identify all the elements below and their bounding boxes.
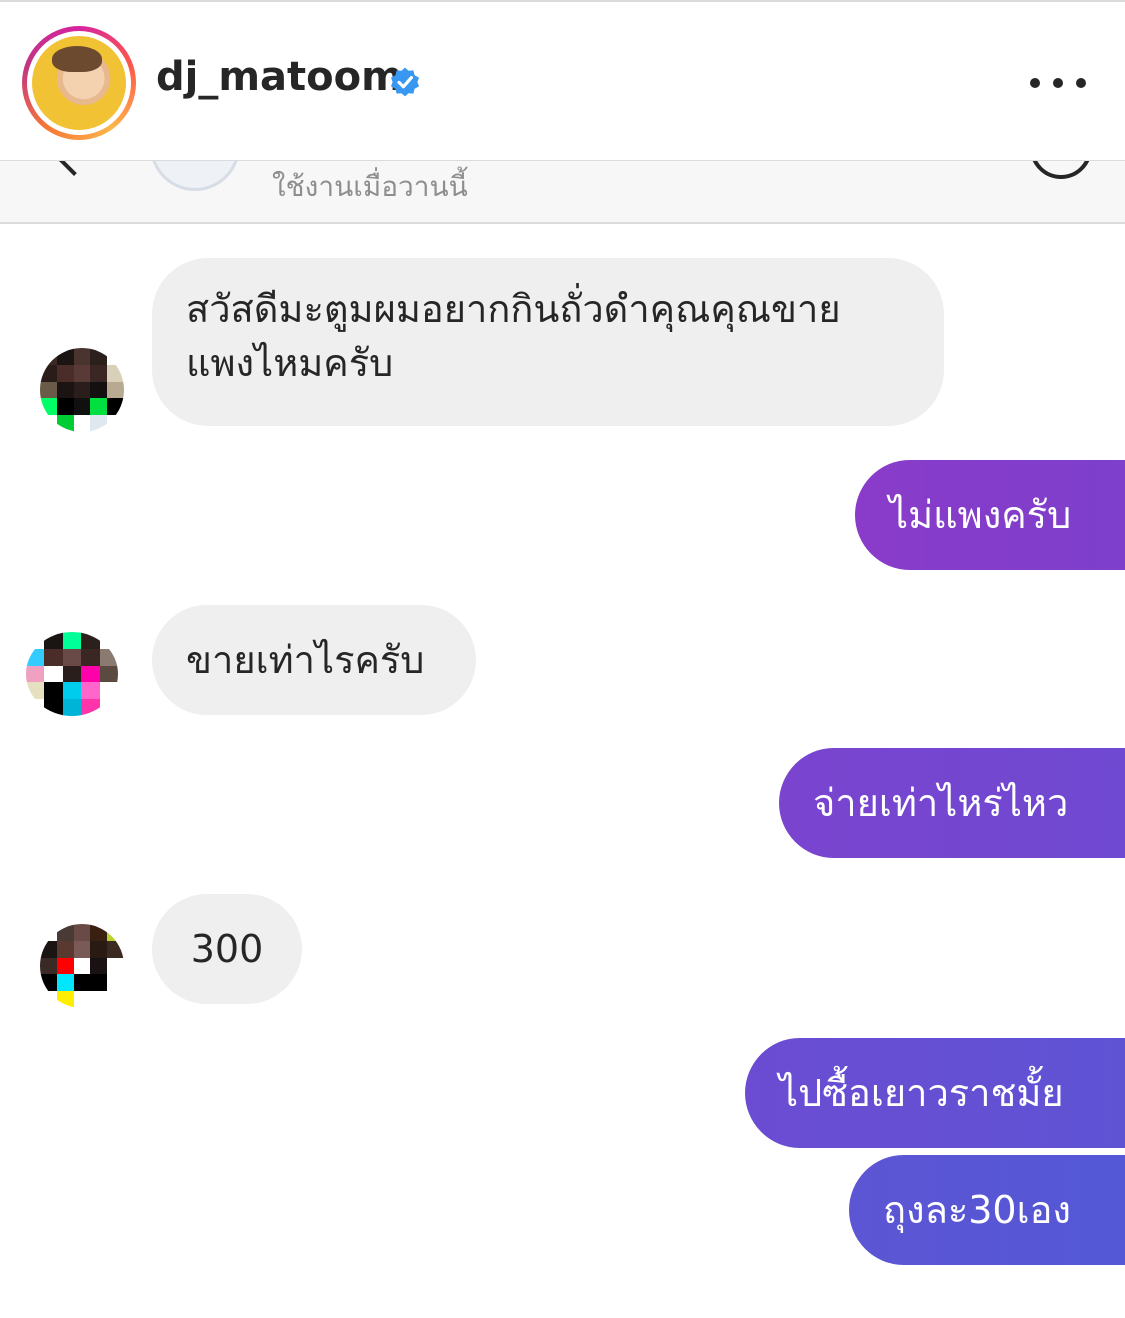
message-text: จ่ายเท่าไหร่ไหว bbox=[813, 781, 1069, 825]
message-text: ขายเท่าไรครับ bbox=[186, 638, 425, 682]
profile-photo bbox=[32, 36, 126, 130]
username[interactable]: dj_matoom bbox=[156, 54, 403, 100]
message-outgoing[interactable]: ถุงละ30เอง bbox=[849, 1155, 1125, 1265]
message-text: สวัสดีมะตูมผมอยากกินถั่วดำคุณคุณขาย แพงไ… bbox=[186, 287, 841, 385]
more-options-icon[interactable] bbox=[1030, 68, 1086, 98]
sender-avatar-pixelated bbox=[40, 348, 124, 432]
info-icon[interactable] bbox=[1030, 161, 1092, 179]
post-header: dj_matoom bbox=[0, 0, 1125, 160]
verified-badge-icon bbox=[391, 67, 419, 97]
active-status: ใช้งานเมื่อวานนี้ bbox=[272, 170, 468, 203]
sender-avatar-pixelated bbox=[26, 632, 118, 716]
profile-avatar[interactable] bbox=[22, 26, 136, 140]
message-text: ถุงละ30เอง bbox=[883, 1188, 1071, 1232]
chat-header: ใช้งานเมื่อวานนี้ bbox=[0, 160, 1125, 224]
contact-avatar[interactable] bbox=[150, 161, 240, 191]
message-outgoing[interactable]: ไม่แพงครับ bbox=[855, 460, 1125, 570]
message-incoming[interactable]: 300 bbox=[152, 894, 302, 1004]
back-arrow-icon[interactable] bbox=[57, 161, 91, 176]
message-outgoing[interactable]: ไปซื้อเยาวราชมั้ย bbox=[745, 1038, 1125, 1148]
message-text: 300 bbox=[190, 927, 264, 971]
message-incoming[interactable]: สวัสดีมะตูมผมอยากกินถั่วดำคุณคุณขาย แพงไ… bbox=[152, 258, 944, 426]
message-text: ไปซื้อเยาวราชมั้ย bbox=[779, 1071, 1064, 1115]
message-text: ไม่แพงครับ bbox=[889, 493, 1072, 537]
sender-avatar-pixelated bbox=[40, 924, 124, 1008]
message-outgoing[interactable]: จ่ายเท่าไหร่ไหว bbox=[779, 748, 1125, 858]
message-incoming[interactable]: ขายเท่าไรครับ bbox=[152, 605, 476, 715]
